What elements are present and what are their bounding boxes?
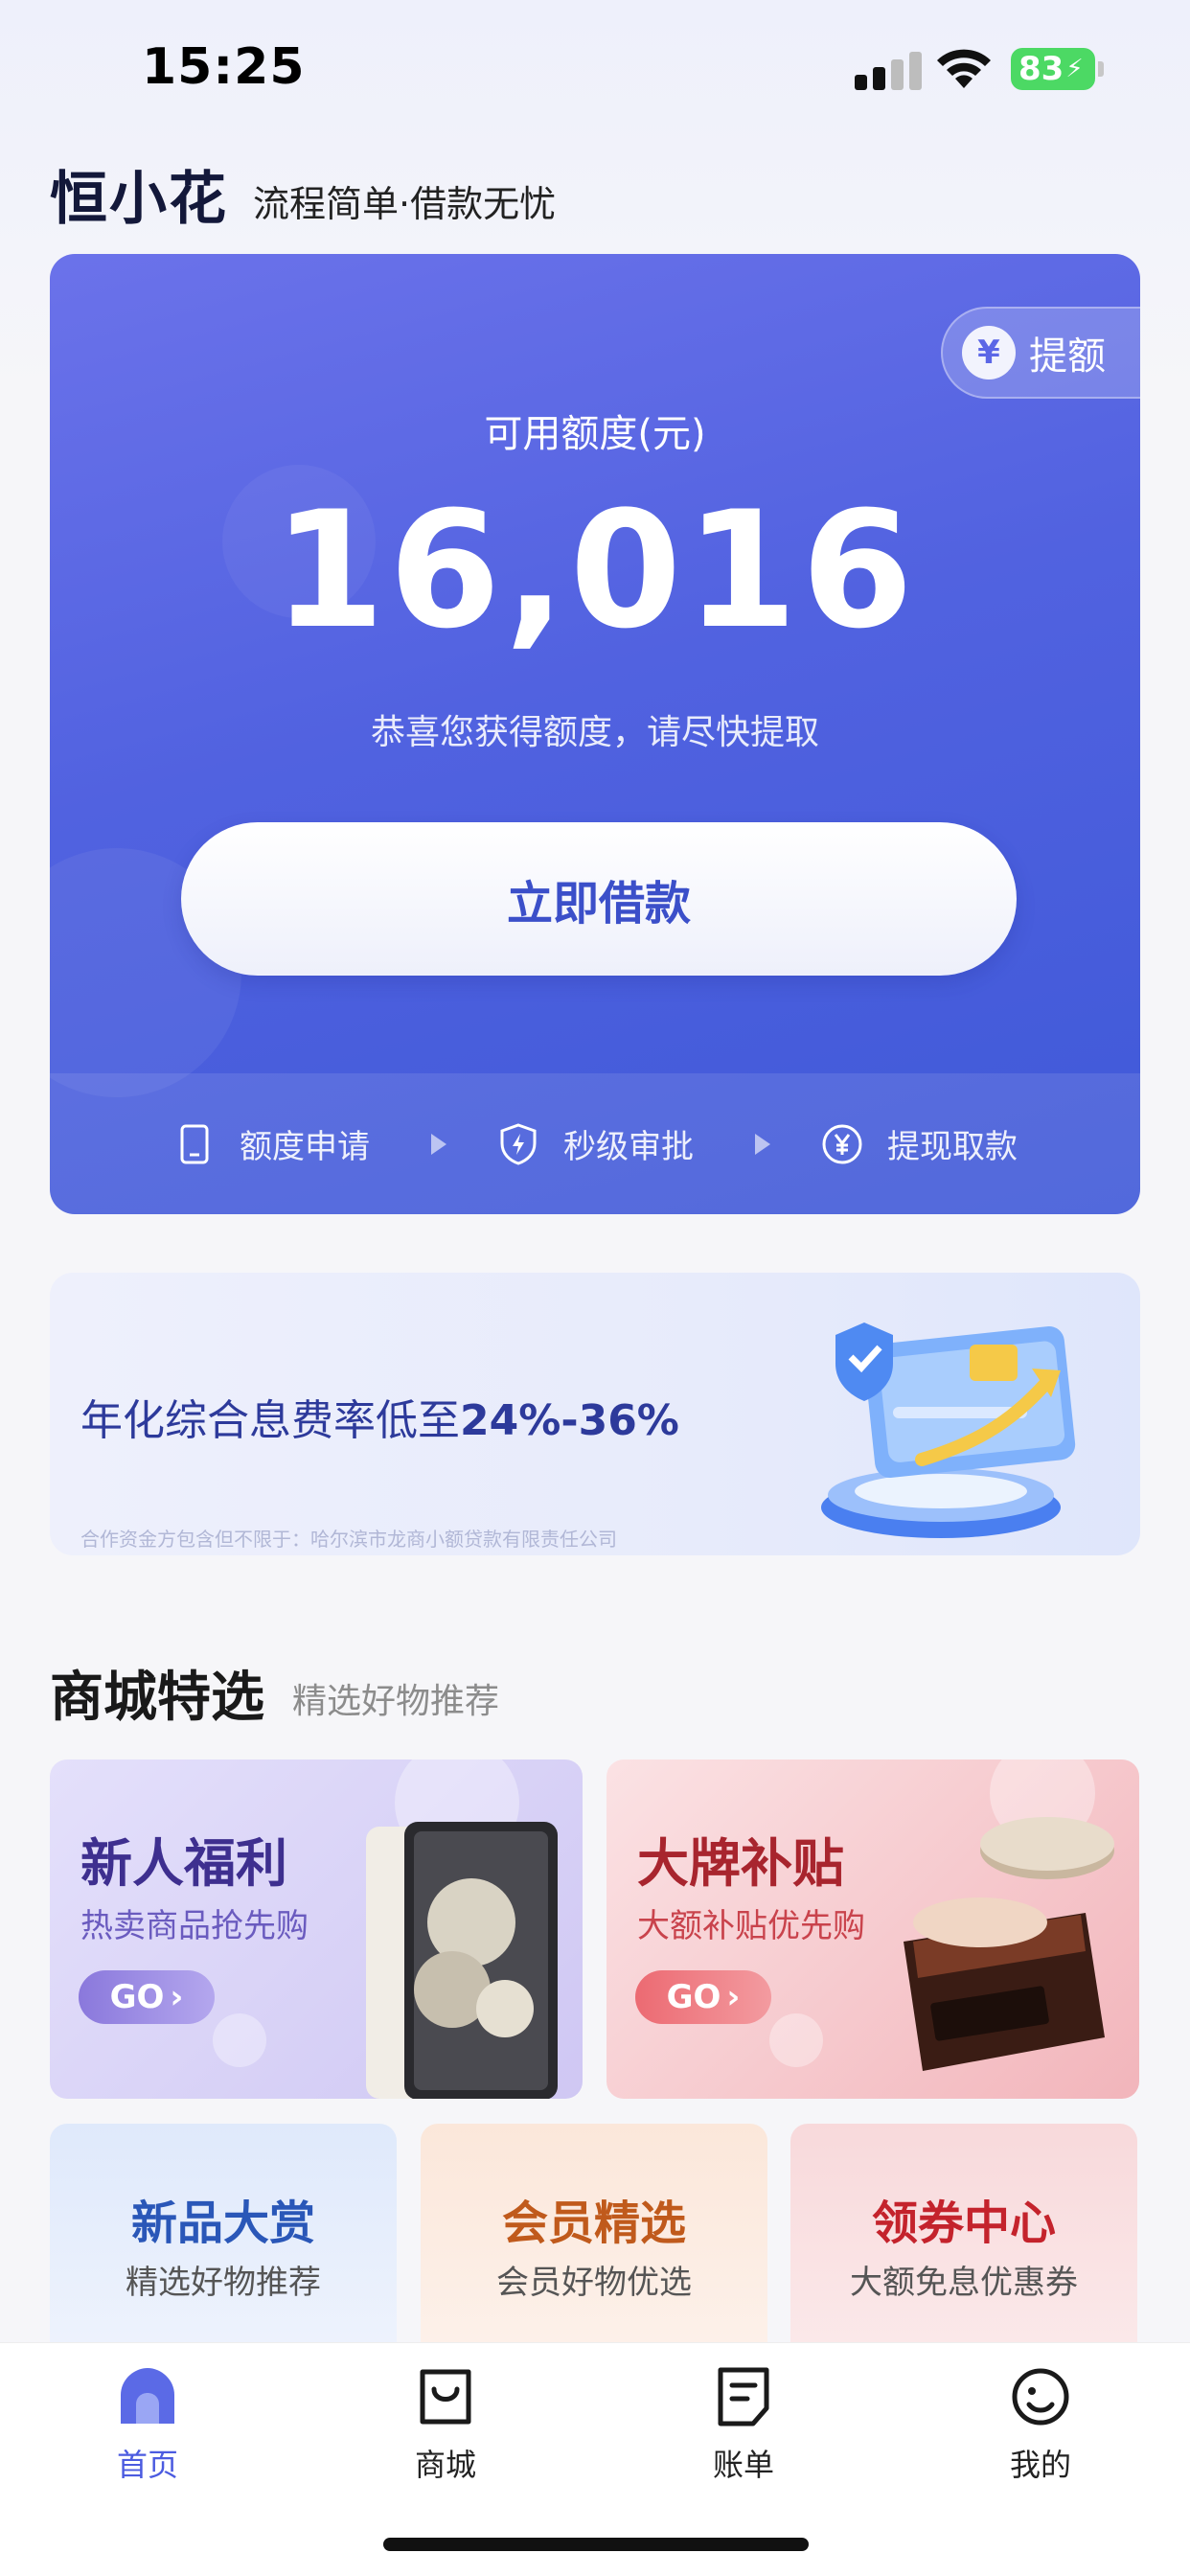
tile-subtitle: 会员好物优选: [496, 2264, 692, 2302]
phone-icon: [180, 1124, 209, 1163]
tab-bill[interactable]: 账单: [667, 2362, 820, 2485]
mall-section-subtitle: 精选好物推荐: [292, 1682, 500, 1721]
newcomer-benefit-tile[interactable]: 新人福利 热卖商品抢先购 GO ›: [50, 1760, 583, 2099]
available-limit-amount: 16,016: [272, 476, 918, 664]
tile-title: 大牌补贴: [637, 1833, 844, 1894]
shield-bolt-icon: [500, 1122, 537, 1165]
profile-icon: [1012, 2368, 1069, 2426]
chevron-right-icon: ›: [726, 1978, 741, 2016]
borrow-now-button[interactable]: 立即借款: [181, 822, 1017, 976]
step-label: 额度申请: [240, 1128, 370, 1166]
coupon-center-tile[interactable]: 领券中心 大额免息优惠券: [790, 2124, 1137, 2354]
tab-label: 我的: [1009, 2447, 1071, 2483]
mall-section-title: 商城特选: [50, 1667, 264, 1729]
tile-subtitle: 大额免息优惠券: [850, 2264, 1078, 2302]
tab-label: 账单: [712, 2447, 774, 2483]
credit-limit-card: ¥ 提额 可用额度(元) 16,016 恭喜您获得额度，请尽快提取 立即借款 额…: [50, 254, 1140, 1214]
cream-jar-product-icon: [904, 1817, 1114, 2071]
rate-promo-banner[interactable]: 年化综合息费率低至24%-36% 合作资金方包含但不限于：哈尔滨市龙商小额贷款有…: [50, 1273, 1140, 1555]
go-label: GO: [109, 1978, 165, 2016]
tile-decoration: [769, 2013, 823, 2067]
congrats-text: 恭喜您获得额度，请尽快提取: [370, 713, 819, 752]
tile-subtitle: 大额补贴优先购: [637, 1907, 865, 1945]
brand-subsidy-tile[interactable]: 大牌补贴 大额补贴优先购 GO ›: [606, 1760, 1139, 2099]
status-time: 15:25: [142, 38, 306, 96]
member-picks-tile[interactable]: 会员精选 会员好物优选: [421, 2124, 767, 2354]
new-arrivals-tile[interactable]: 新品大赏 精选好物推荐: [50, 2124, 397, 2354]
yen-coin-icon: [822, 1124, 862, 1163]
raise-limit-button[interactable]: ¥ 提额: [941, 307, 1140, 399]
credit-card-illustration-icon: [821, 1322, 1076, 1538]
promo-rate: 24%-36%: [460, 1396, 679, 1445]
tab-label: 商城: [414, 2447, 476, 2483]
step-withdraw: 提现取款: [820, 1120, 1018, 1167]
tab-home[interactable]: 首页: [71, 2362, 224, 2485]
go-label: GO: [666, 1978, 721, 2016]
bill-icon: [718, 2367, 769, 2426]
shopping-bag-icon: [420, 2369, 471, 2425]
battery-icon: 83 ⚡: [1011, 48, 1095, 90]
tab-mall[interactable]: 商城: [369, 2362, 522, 2485]
home-icon: [121, 2368, 174, 2424]
step-approve: 秒级审批: [496, 1120, 694, 1167]
brand-logo: 恒小花: [50, 166, 228, 233]
wifi-icon: [937, 49, 991, 88]
step-arrow-icon: [431, 1133, 446, 1155]
battery-level: 83: [1018, 50, 1064, 88]
tile-subtitle: 热卖商品抢先购: [80, 1907, 309, 1945]
promo-text: 年化综合息费率低至24%-36%: [80, 1386, 679, 1447]
step-arrow-icon: [755, 1133, 770, 1155]
yen-icon: ¥: [962, 326, 1016, 380]
promo-disclaimer: 合作资金方包含但不限于：哈尔滨市龙商小额贷款有限责任公司: [80, 1528, 617, 1551]
tile-decoration: [213, 2013, 266, 2067]
battery-tip: [1098, 61, 1104, 77]
go-button[interactable]: GO ›: [79, 1970, 215, 2024]
cellular-signal-icon: [855, 50, 922, 90]
status-bar: 15:25 83 ⚡: [0, 0, 1190, 144]
tile-title: 领券中心: [871, 2196, 1056, 2250]
tile-title: 新品大赏: [130, 2196, 315, 2250]
brand-slogan: 流程简单·借款无忧: [253, 183, 557, 225]
brand-header: 恒小花 流程简单·借款无忧: [50, 171, 556, 228]
process-steps: 额度申请 秒级审批 提现取款: [50, 1073, 1140, 1214]
promo-text-prefix: 年化综合息费率低至: [80, 1396, 460, 1445]
tile-subtitle: 精选好物推荐: [126, 2264, 321, 2302]
chevron-right-icon: ›: [170, 1978, 184, 2016]
raise-limit-label: 提额: [1029, 334, 1106, 379]
step-label: 秒级审批: [563, 1128, 694, 1166]
tile-title: 会员精选: [501, 2196, 686, 2250]
tile-title: 新人福利: [80, 1833, 287, 1894]
available-limit-label: 可用额度(元): [484, 412, 706, 456]
home-indicator: [383, 2538, 809, 2551]
step-apply: 额度申请: [172, 1120, 370, 1167]
tab-label: 首页: [116, 2447, 178, 2483]
tablet-product-icon: [366, 1822, 558, 2099]
go-button[interactable]: GO ›: [635, 1970, 771, 2024]
tab-profile[interactable]: 我的: [964, 2362, 1117, 2485]
step-label: 提现取款: [887, 1128, 1018, 1166]
